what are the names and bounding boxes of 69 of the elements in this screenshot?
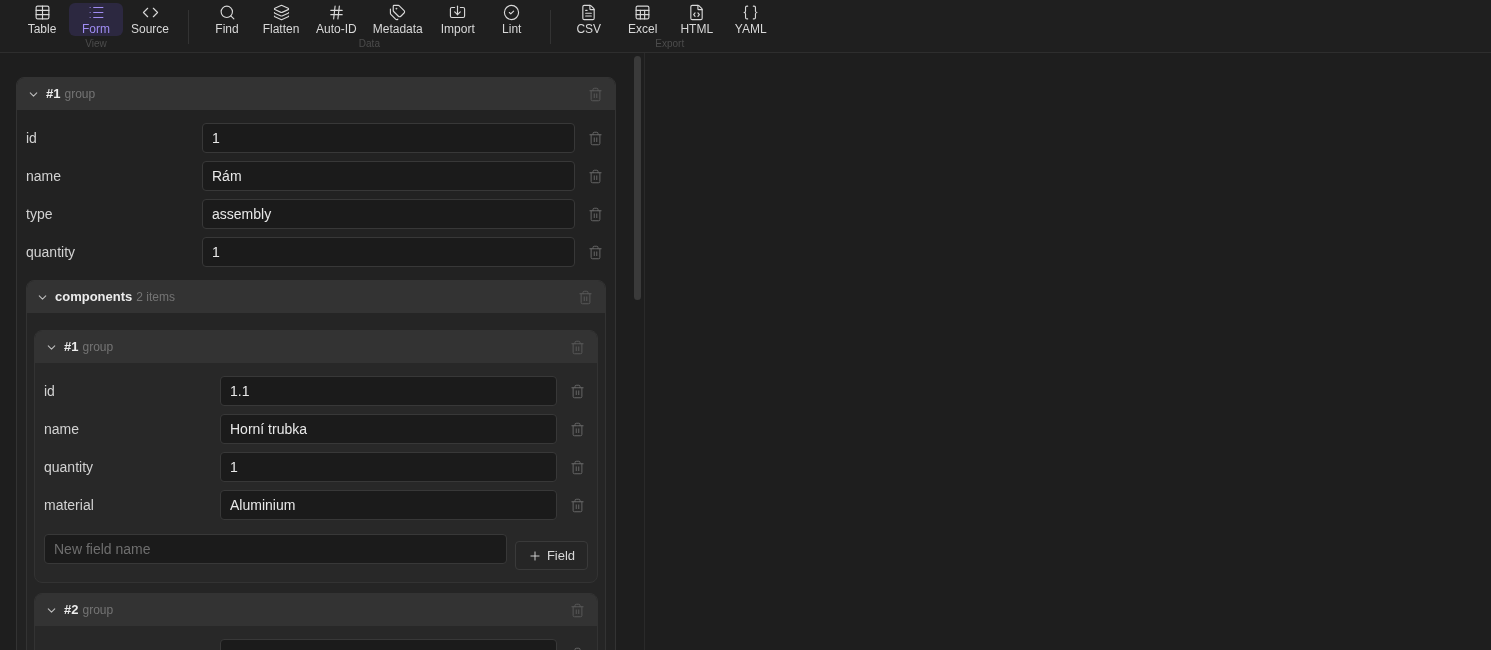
document-icon [580, 4, 598, 21]
code-file-icon [688, 4, 706, 21]
text-field[interactable]: 1 [202, 123, 575, 153]
group-header[interactable]: #1 group [35, 331, 597, 363]
group-index: #1 [46, 85, 61, 104]
add-field-button[interactable]: Field [515, 541, 588, 570]
group-header[interactable]: #2 group [35, 594, 597, 626]
toolbar-button[interactable]: Excel [615, 3, 670, 36]
field-label: type [26, 204, 53, 224]
toolbar-button[interactable]: Form [69, 3, 123, 36]
array-header[interactable]: components 2 items [27, 281, 605, 313]
scrollbar-thumb[interactable] [634, 56, 641, 300]
spreadsheet-icon [634, 4, 652, 21]
group-index: #2 [64, 601, 79, 620]
group-header[interactable]: #1 group [17, 78, 615, 110]
trash-icon[interactable] [577, 289, 593, 305]
field-label: id [26, 128, 37, 148]
check-circle-icon [503, 4, 521, 21]
import-icon [449, 4, 467, 21]
field-label: name [44, 419, 80, 439]
toolbar-button[interactable]: Table [15, 3, 69, 36]
toolbar-button[interactable]: Metadata [364, 3, 431, 36]
field-label: quantity [26, 242, 76, 262]
group-caption: group [82, 339, 114, 356]
text-field[interactable]: Aluminium [220, 490, 557, 520]
toolbar-button[interactable]: Import [430, 3, 485, 36]
table-icon [33, 4, 51, 21]
text-field[interactable]: assembly [202, 199, 575, 229]
group-caption: group [64, 86, 96, 103]
group-index: #1 [64, 338, 79, 357]
text-field[interactable]: 1.1 [220, 376, 557, 406]
trash-icon[interactable] [569, 602, 585, 618]
list-icon [87, 4, 105, 21]
braces-icon [742, 4, 760, 21]
trash-icon[interactable] [587, 206, 603, 222]
field-label: id [44, 381, 55, 401]
trash-icon[interactable] [569, 459, 585, 475]
group-caption: group [82, 602, 114, 619]
tags-icon [389, 4, 407, 21]
trash-icon[interactable] [587, 168, 603, 184]
new-field-input[interactable]: New field name [44, 534, 507, 564]
toolbar-button[interactable]: CSV [561, 3, 616, 36]
toolbar-button[interactable]: Source [123, 3, 178, 36]
trash-icon[interactable] [569, 383, 585, 399]
plus-icon [527, 548, 542, 563]
trash-icon[interactable] [587, 244, 603, 260]
text-field[interactable]: Horní trubka [220, 414, 557, 444]
field-label: name [26, 166, 62, 186]
text-field[interactable]: 1 [220, 452, 557, 482]
toolbar-button[interactable]: YAML [723, 3, 778, 36]
text-field[interactable]: 1 [202, 237, 575, 267]
toolbar-button[interactable]: Find [200, 3, 255, 36]
array-name: components [55, 288, 133, 307]
toolbar-button[interactable]: HTML [669, 3, 724, 36]
trash-icon[interactable] [569, 339, 585, 355]
toolbar-button[interactable]: Lint [484, 3, 539, 36]
search-icon [218, 4, 236, 21]
text-field[interactable]: Rám [202, 161, 575, 191]
field-label: material [44, 495, 94, 515]
toolbar-button[interactable]: Auto-ID [308, 3, 365, 36]
trash-icon[interactable] [587, 130, 603, 146]
field-label: quantity [44, 457, 94, 477]
hash-icon [327, 4, 345, 21]
layers-icon [272, 4, 290, 21]
trash-icon[interactable] [587, 86, 603, 102]
trash-icon[interactable] [569, 421, 585, 437]
item-count: 2 items [136, 289, 175, 306]
trash-icon[interactable] [569, 497, 585, 513]
toolbar-button[interactable]: Flatten [254, 3, 309, 36]
